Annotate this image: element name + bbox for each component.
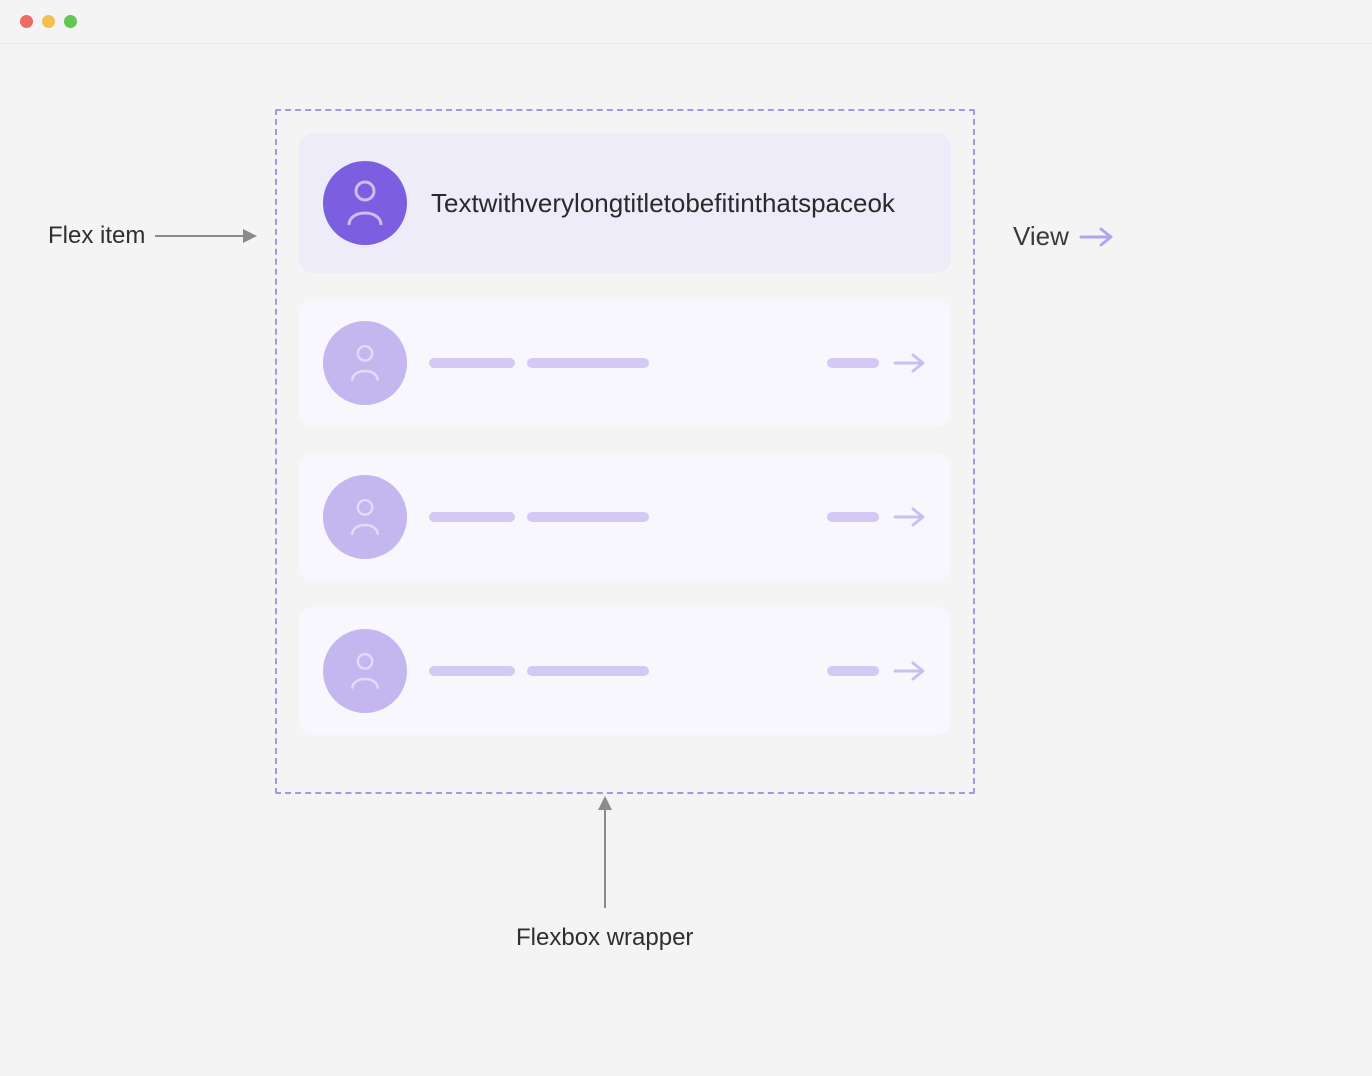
annotation-flexbox-wrapper-label: Flexbox wrapper [516, 924, 693, 952]
placeholder-text [429, 512, 649, 522]
arrow-right-icon [893, 351, 927, 375]
arrow-right-icon [893, 505, 927, 529]
list-item [299, 607, 951, 735]
person-icon [345, 179, 385, 227]
person-icon [349, 343, 381, 383]
close-window-button[interactable] [20, 15, 33, 28]
person-icon [349, 497, 381, 537]
arrow-right-icon [155, 235, 255, 237]
avatar [323, 475, 407, 559]
placeholder-action [827, 659, 927, 683]
arrow-right-icon [893, 659, 927, 683]
minimize-window-button[interactable] [42, 15, 55, 28]
avatar [323, 321, 407, 405]
view-link[interactable]: View [1013, 221, 1115, 252]
window-titlebar [0, 0, 1372, 44]
list-item [299, 453, 951, 581]
diagram-stage: Flex item Textwithverylongtitletobefitin… [0, 44, 1372, 1076]
placeholder-action [827, 351, 927, 375]
avatar [323, 161, 407, 245]
placeholder-action [827, 505, 927, 529]
avatar [323, 629, 407, 713]
flexbox-wrapper: Textwithverylongtitletobefitinthatspaceo… [275, 109, 975, 794]
zoom-window-button[interactable] [64, 15, 77, 28]
arrow-right-icon [1079, 225, 1115, 249]
annotation-flex-item-label: Flex item [48, 222, 145, 250]
placeholder-text [429, 358, 649, 368]
placeholder-text [429, 666, 649, 676]
arrow-up-icon [604, 798, 606, 908]
annotation-flex-item: Flex item [48, 222, 255, 250]
person-icon [349, 651, 381, 691]
annotation-flexbox-wrapper: Flexbox wrapper [516, 798, 693, 952]
list-item-title: Textwithverylongtitletobefitinthatspaceo… [431, 188, 895, 219]
view-link-label: View [1013, 221, 1069, 252]
list-item [299, 299, 951, 427]
list-item-primary: Textwithverylongtitletobefitinthatspaceo… [299, 133, 951, 273]
